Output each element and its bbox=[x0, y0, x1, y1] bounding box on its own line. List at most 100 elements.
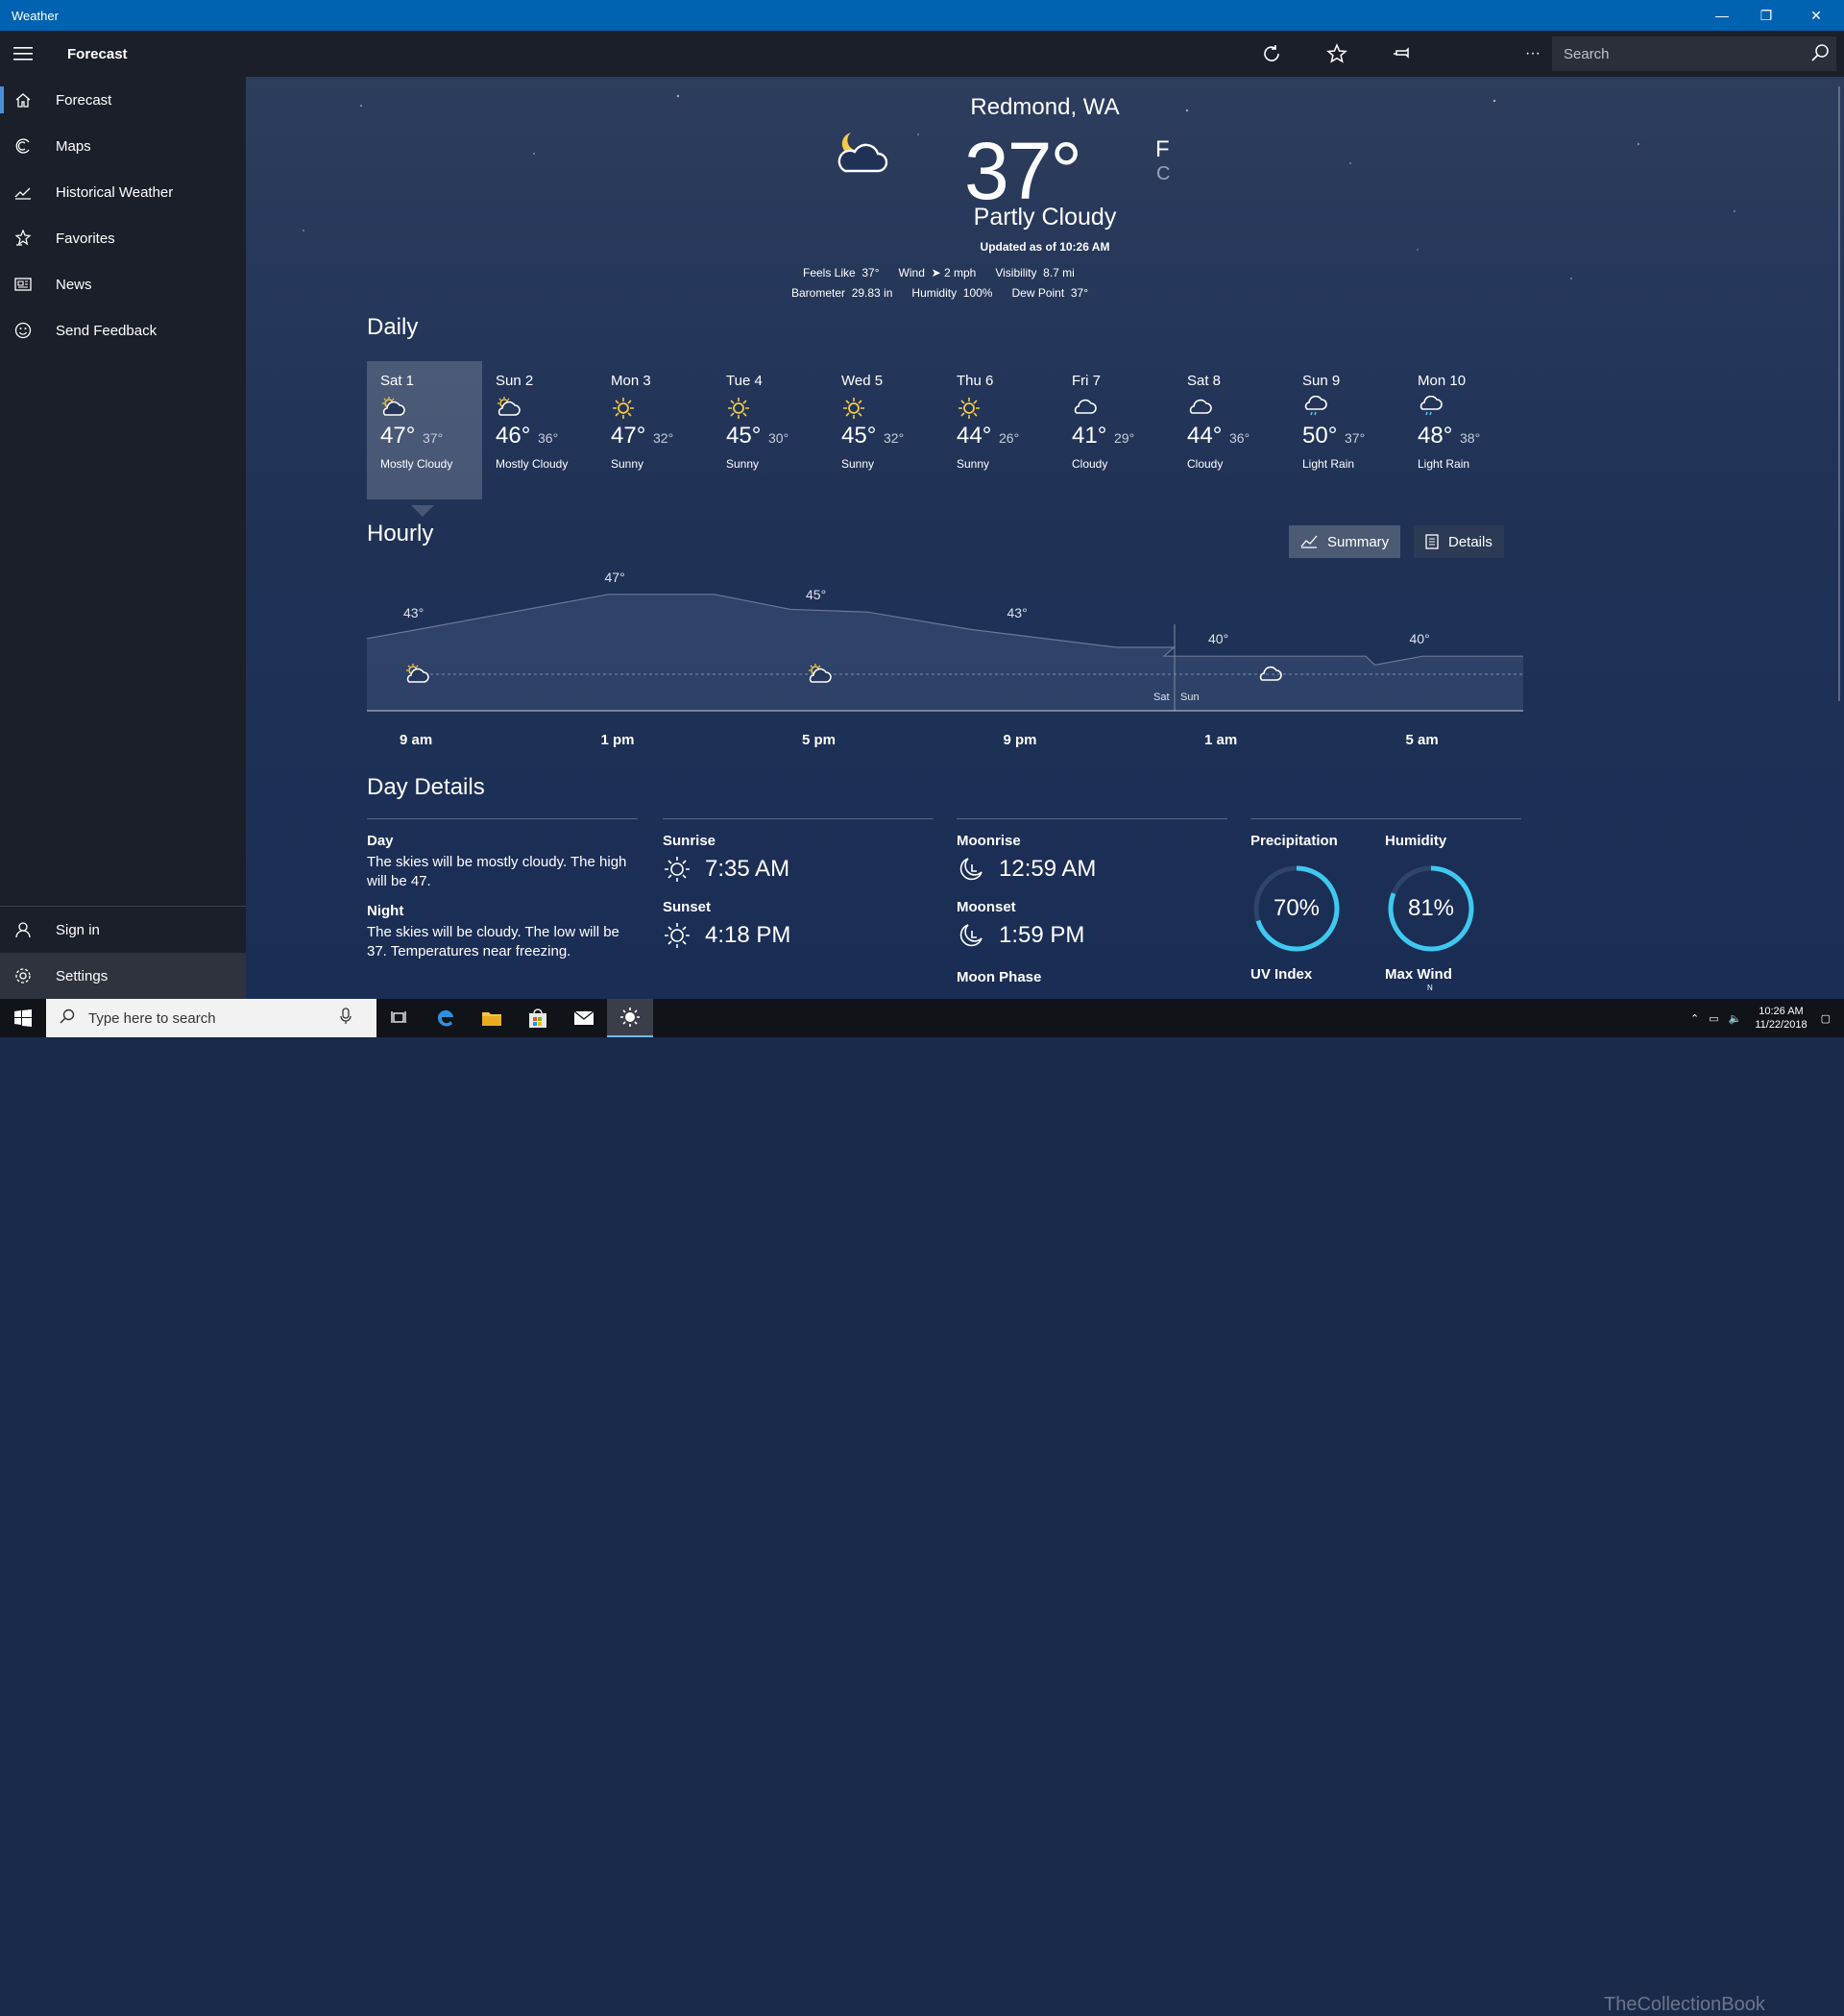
day-name: Sun 2 bbox=[496, 373, 534, 389]
hourly-chart bbox=[367, 594, 1523, 712]
dark-mode-button[interactable] bbox=[1435, 31, 1500, 77]
light-rain-icon bbox=[1302, 395, 1327, 424]
day-name: Thu 6 bbox=[957, 373, 994, 389]
microphone-icon[interactable] bbox=[340, 1007, 352, 1030]
mostly-cloudy-icon bbox=[380, 396, 405, 422]
humidity-label: Humidity bbox=[911, 286, 958, 300]
day-condition: Sunny bbox=[841, 457, 875, 471]
daily-day-9[interactable]: Sun 9 50° 37° Light Rain bbox=[1289, 361, 1404, 499]
current-condition: Partly Cloudy bbox=[973, 204, 1117, 231]
task-view-icon bbox=[391, 1011, 406, 1023]
restore-button[interactable]: ❐ bbox=[1744, 0, 1788, 31]
tray-chevron-icon[interactable]: ⌃ bbox=[1690, 1012, 1699, 1025]
barometer-label: Barometer bbox=[791, 286, 846, 300]
edge-icon bbox=[437, 1009, 453, 1027]
sidebar-item-news[interactable]: News bbox=[0, 261, 246, 307]
moonset-label: Moonset bbox=[957, 899, 1016, 915]
low-temp: 29° bbox=[1114, 430, 1135, 446]
volume-icon[interactable]: 🔈 bbox=[1729, 1012, 1742, 1025]
sidebar-item-send-feedback[interactable]: Send Feedback bbox=[0, 307, 246, 353]
selected-day-pointer bbox=[411, 505, 434, 517]
edge-button[interactable] bbox=[423, 999, 469, 1037]
daily-day-1[interactable]: Sat 1 47° 37° Mostly Cloudy bbox=[367, 361, 482, 499]
sidebar-item-historical-weather[interactable]: Historical Weather bbox=[0, 169, 246, 215]
daily-day-3[interactable]: Mon 3 47° 32° Sunny bbox=[597, 361, 713, 499]
sidebar-item-sign-in[interactable]: Sign in bbox=[0, 907, 246, 953]
high-temp: 50° bbox=[1302, 423, 1338, 449]
current-details-row-1: Feels Like 37° Wind ➤ 2 mph Visibility 8… bbox=[803, 266, 1075, 279]
scrollbar[interactable] bbox=[1838, 86, 1840, 701]
sidebar-item-label: News bbox=[56, 276, 92, 293]
refresh-button[interactable] bbox=[1239, 31, 1304, 77]
favorite-button[interactable] bbox=[1304, 31, 1370, 77]
low-temp: 37° bbox=[1345, 430, 1366, 446]
moonset-row: 1:59 PM bbox=[957, 921, 1227, 950]
page-title: Forecast bbox=[67, 45, 128, 62]
hamburger-menu-button[interactable] bbox=[0, 31, 46, 77]
search-icon[interactable] bbox=[1809, 42, 1831, 68]
day-divider-label: Sat bbox=[1153, 692, 1170, 703]
sunny-icon bbox=[726, 396, 751, 425]
title-bar: Weather — ❐ ✕ bbox=[0, 0, 1844, 31]
humidity-gauge-label: Humidity bbox=[1385, 833, 1447, 849]
command-icons: ··· bbox=[1239, 31, 1565, 77]
sidebar-item-label: Maps bbox=[56, 137, 91, 155]
wind-value: 2 mph bbox=[943, 266, 977, 279]
unit-fahrenheit[interactable]: F bbox=[1155, 136, 1170, 163]
folder-icon bbox=[482, 1012, 501, 1026]
hourly-time-label: 9 am bbox=[400, 732, 433, 748]
details-button[interactable]: Details bbox=[1414, 525, 1504, 558]
star-icon bbox=[1326, 43, 1347, 63]
hourly-time-label: 9 pm bbox=[1003, 732, 1037, 748]
sidebar: Forecast Maps Historical Weather Favorit… bbox=[0, 77, 246, 999]
dew-point-label: Dew Point bbox=[1011, 286, 1065, 300]
store-button[interactable] bbox=[515, 999, 561, 1037]
pin-button[interactable] bbox=[1370, 31, 1435, 77]
news-icon bbox=[0, 276, 46, 293]
daily-day-8[interactable]: Sat 8 44° 36° Cloudy bbox=[1174, 361, 1289, 499]
high-temp: 44° bbox=[1187, 423, 1223, 449]
person-icon bbox=[0, 921, 46, 938]
weather-app-button[interactable] bbox=[607, 999, 653, 1037]
daily-day-6[interactable]: Thu 6 44° 26° Sunny bbox=[943, 361, 1058, 499]
sidebar-bottom: Sign in Settings bbox=[0, 906, 246, 999]
daily-day-7[interactable]: Fri 7 41° 29° Cloudy bbox=[1058, 361, 1174, 499]
mail-button[interactable] bbox=[561, 999, 607, 1037]
daily-day-4[interactable]: Tue 4 45° 30° Sunny bbox=[713, 361, 828, 499]
day-condition: Sunny bbox=[957, 457, 990, 471]
summary-button[interactable]: Summary bbox=[1289, 525, 1401, 558]
sidebar-item-forecast[interactable]: Forecast bbox=[0, 77, 246, 123]
daily-day-2[interactable]: Sun 2 46° 36° Mostly Cloudy bbox=[482, 361, 597, 499]
hourly-temp-label: 47° bbox=[604, 569, 625, 585]
night-text: The skies will be cloudy. The low will b… bbox=[367, 924, 619, 959]
sidebar-item-maps[interactable]: Maps bbox=[0, 123, 246, 169]
sidebar-item-label: Forecast bbox=[56, 91, 112, 109]
mostly-cloudy-icon bbox=[496, 396, 521, 422]
day-condition: Sunny bbox=[611, 457, 644, 471]
moon-column: Moonrise 12:59 AM Moonset 1:59 PM Moon P… bbox=[957, 818, 1227, 985]
hourly-temp-label: 40° bbox=[1409, 631, 1430, 647]
minimize-button[interactable]: — bbox=[1700, 0, 1744, 31]
store-icon bbox=[529, 1008, 546, 1028]
hourly-temp-label: 43° bbox=[1007, 604, 1028, 620]
task-view-button[interactable] bbox=[376, 999, 423, 1037]
divider bbox=[367, 818, 638, 819]
sidebar-item-label: Favorites bbox=[56, 230, 115, 247]
sidebar-item-settings[interactable]: Settings bbox=[0, 953, 246, 999]
day-condition: Light Rain bbox=[1418, 457, 1470, 471]
file-explorer-button[interactable] bbox=[469, 999, 515, 1037]
notifications-icon[interactable]: ▢ bbox=[1821, 1012, 1831, 1025]
updated-time: Updated as of 10:26 AM bbox=[980, 240, 1110, 254]
clock[interactable]: 10:26 AM 11/22/2018 bbox=[1755, 1005, 1807, 1032]
close-button[interactable]: ✕ bbox=[1788, 0, 1844, 31]
taskbar-search-input[interactable] bbox=[86, 1008, 340, 1028]
high-temp: 48° bbox=[1418, 423, 1453, 449]
search-input[interactable] bbox=[1562, 44, 1796, 63]
partly-cloudy-night-icon bbox=[837, 133, 888, 173]
daily-day-5[interactable]: Wed 5 45° 32° Sunny bbox=[828, 361, 943, 499]
sidebar-item-favorites[interactable]: Favorites bbox=[0, 215, 246, 261]
unit-celsius[interactable]: C bbox=[1156, 163, 1170, 185]
network-icon[interactable]: ▭ bbox=[1709, 1012, 1718, 1025]
start-button[interactable] bbox=[0, 999, 46, 1037]
daily-day-10[interactable]: Mon 10 48° 38° Light Rain bbox=[1404, 361, 1519, 499]
